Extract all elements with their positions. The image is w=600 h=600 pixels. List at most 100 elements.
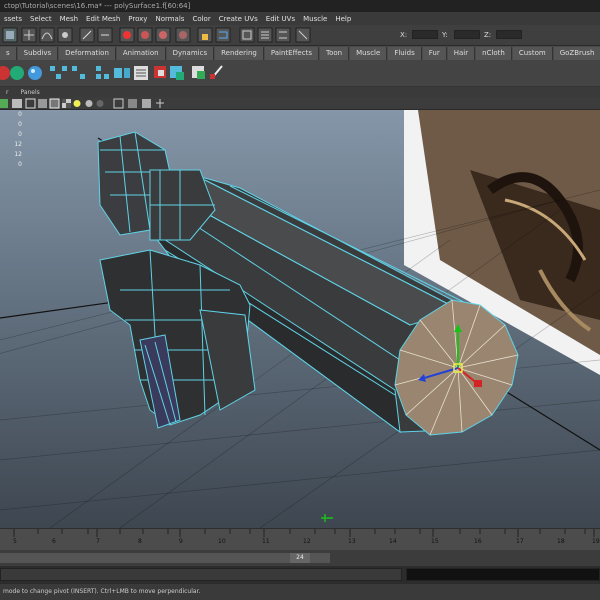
menu-normals[interactable]: Normals (151, 15, 188, 23)
select-mode-icon[interactable] (2, 27, 18, 43)
x-label: X: (400, 31, 408, 39)
textured-icon[interactable] (62, 99, 71, 108)
y-label: Y: (442, 31, 448, 39)
time-slider[interactable]: 5 6 7 8 9 10 11 12 13 14 15 16 17 18 19 (0, 528, 600, 550)
tick-label: 15 (431, 538, 439, 545)
smooth-preview-icon[interactable] (142, 99, 151, 108)
perspective-viewport[interactable] (0, 110, 600, 528)
tab-painteffects[interactable]: PaintEffects (264, 47, 319, 60)
attribute-icon[interactable] (275, 27, 291, 43)
hud-value: 12 (14, 141, 22, 148)
tab-toon[interactable]: Toon (319, 47, 350, 60)
transform-icon[interactable] (156, 99, 164, 108)
merge-icon[interactable] (192, 66, 205, 79)
menu-mesh[interactable]: Mesh (56, 15, 82, 23)
tick-label: 8 (138, 538, 142, 545)
grid-toggle-icon[interactable] (0, 99, 8, 108)
xray-icon[interactable] (96, 100, 104, 107)
isolate-select-icon[interactable] (113, 98, 124, 109)
mel-input[interactable] (0, 568, 402, 581)
menu-edit-uvs[interactable]: Edit UVs (262, 15, 299, 23)
menu-renderer[interactable]: r (0, 89, 14, 96)
hud-value: 0 (18, 131, 22, 138)
poly-sphere-icon[interactable] (0, 66, 10, 80)
hud-icon[interactable] (128, 99, 137, 108)
main-menubar: ssets Select Mesh Edit Mesh Proxy Normal… (0, 12, 600, 25)
combine-icon[interactable] (50, 66, 67, 79)
status-line: X: Y: Z: (0, 25, 600, 46)
render-settings-icon[interactable] (155, 27, 171, 43)
menu-help[interactable]: Help (331, 15, 355, 23)
bridge-icon[interactable] (170, 66, 184, 80)
menu-panels[interactable]: Panels (14, 89, 45, 96)
ipr-render-icon[interactable] (137, 27, 153, 43)
tab-deformation[interactable]: Deformation (59, 47, 116, 60)
shelf-tabs: s Subdivs Deformation Animation Dynamics… (0, 46, 600, 60)
input-output-icon[interactable] (97, 27, 113, 43)
x-field[interactable] (412, 30, 438, 39)
uv-editor-icon[interactable] (239, 27, 255, 43)
wireframe-icon[interactable] (25, 98, 36, 109)
tick-label: 13 (348, 538, 356, 545)
tab-hair[interactable]: Hair (447, 47, 476, 60)
tab-surfaces[interactable]: s (0, 47, 17, 60)
tab-rendering[interactable]: Rendering (215, 47, 264, 60)
numeric-input-icon[interactable] (295, 27, 311, 43)
extract-icon[interactable] (96, 66, 109, 79)
tab-fur[interactable]: Fur (422, 47, 447, 60)
camera-icon[interactable] (12, 99, 22, 108)
bevel-icon[interactable] (154, 66, 166, 78)
snap-point-icon[interactable] (57, 27, 73, 43)
delete-history-icon[interactable] (210, 65, 223, 79)
menu-select[interactable]: Select (26, 15, 56, 23)
menu-assets[interactable]: ssets (0, 15, 26, 23)
wireframe-on-shaded-icon[interactable] (49, 98, 60, 109)
tab-fluids[interactable]: Fluids (388, 47, 422, 60)
channel-box-icon[interactable] (134, 66, 148, 80)
history-icon[interactable] (79, 27, 95, 43)
shelf-icons (0, 65, 223, 80)
range-slider-track[interactable] (0, 553, 330, 563)
tick-label: 17 (516, 538, 524, 545)
separate-icon[interactable] (72, 66, 85, 79)
tab-gozbrush[interactable]: GoZBrush (553, 47, 600, 60)
current-frame-field[interactable]: 24 (290, 553, 310, 563)
hud-value: 0 (18, 111, 22, 118)
outliner-icon[interactable] (257, 27, 273, 43)
menu-edit-mesh[interactable]: Edit Mesh (82, 15, 124, 23)
z-field[interactable] (496, 30, 522, 39)
hypershade-icon[interactable] (175, 27, 191, 43)
menu-muscle[interactable]: Muscle (299, 15, 331, 23)
tab-animation[interactable]: Animation (116, 47, 166, 60)
lighting-icon[interactable] (73, 100, 81, 107)
tick-label: 18 (557, 538, 565, 545)
menu-create-uvs[interactable]: Create UVs (215, 15, 262, 23)
time-slider-ticks (13, 529, 595, 537)
tab-dynamics[interactable]: Dynamics (166, 47, 215, 60)
snap-grid-icon[interactable] (21, 27, 37, 43)
snap-curve-icon[interactable] (39, 27, 55, 43)
z-label: Z: (484, 31, 492, 39)
magnet-icon[interactable] (215, 27, 231, 43)
poly-cylinder-icon[interactable] (28, 66, 42, 80)
tab-ncloth[interactable]: nCloth (476, 47, 512, 60)
shaded-icon[interactable] (38, 99, 47, 108)
scene-render (0, 110, 600, 528)
poly-cube-icon[interactable] (10, 66, 24, 80)
tab-subdivs[interactable]: Subdivs (17, 47, 59, 60)
render-icon[interactable] (119, 27, 135, 43)
tick-label: 10 (218, 538, 226, 545)
hud-value: 12 (14, 151, 22, 158)
smooth-icon[interactable] (114, 68, 130, 78)
poly-count-hud: 0 0 0 12 12 0 (10, 110, 22, 170)
hud-value: 0 (18, 161, 22, 168)
menu-proxy[interactable]: Proxy (124, 15, 151, 23)
tab-muscle[interactable]: Muscle (350, 47, 388, 60)
lock-icon[interactable] (197, 27, 213, 43)
range-slider[interactable]: 24 (0, 550, 600, 566)
menu-color[interactable]: Color (188, 15, 214, 23)
y-field[interactable] (454, 30, 480, 39)
shelf-bar (0, 60, 600, 87)
tab-custom[interactable]: Custom (512, 47, 553, 60)
shadows-icon[interactable] (85, 100, 93, 107)
